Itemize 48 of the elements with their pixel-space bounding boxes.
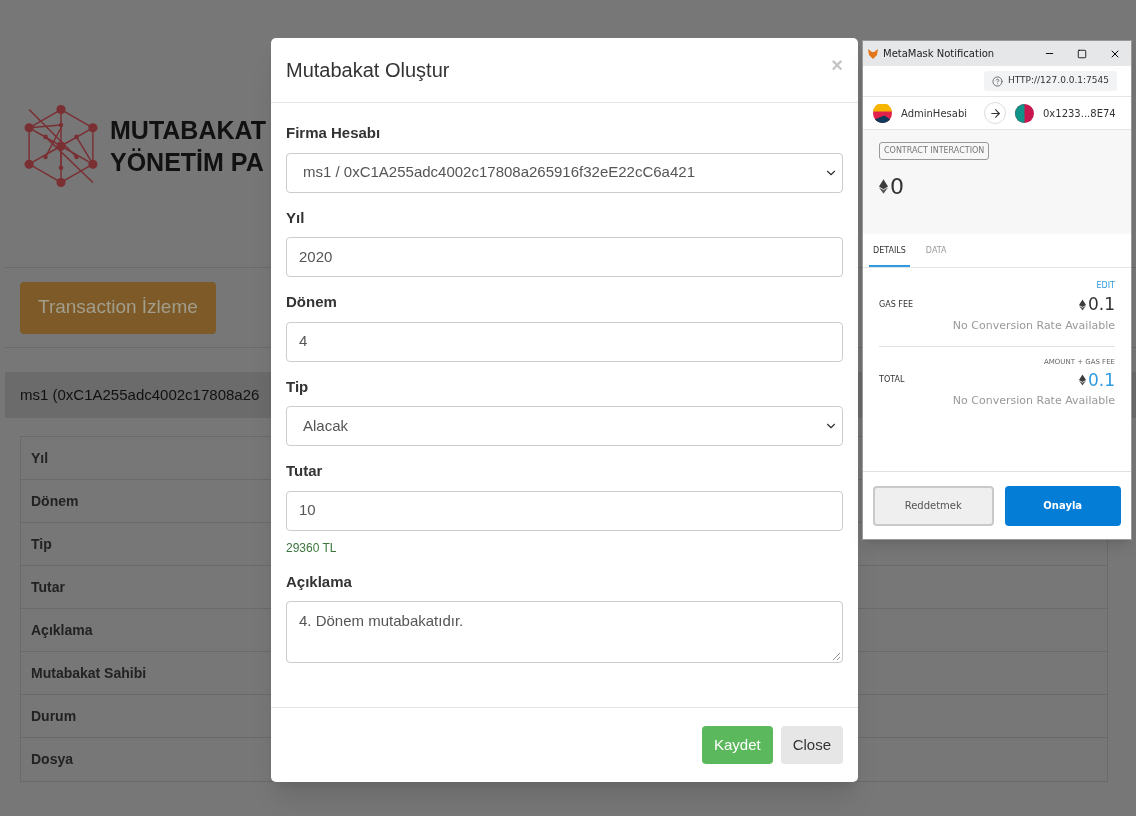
field-label: Dönem [286,292,338,312]
table-row-label: Dosya [31,750,74,769]
table-row-label: Tip [31,534,52,554]
gas-fee-label: GAS FEE [879,298,913,311]
field-label: Firma Hesabı [286,123,382,143]
field-label: Açıklama [286,571,353,592]
confirm-button[interactable]: Onayla [1004,485,1121,526]
textarea-field[interactable]: 4. Dönem mutabakatıdır. [286,601,843,663]
amount-value: 0 [890,173,904,201]
field-label: Tip [286,376,310,397]
window-title: MetaMask Notification [883,47,996,61]
maximize-icon[interactable] [1077,48,1087,59]
contract-avatar [1015,103,1034,123]
table-row-label: Durum [31,706,77,726]
table-row-label: Tutar [31,577,65,597]
field-label: Yıl [286,207,306,228]
field-label: Tutar [286,461,324,481]
conversion-text: No Conversion Rate Available [952,393,1115,409]
input-field[interactable]: 4 [286,321,843,362]
ethereum-icon [1078,374,1086,387]
help-text: 29360 TL [286,539,338,557]
gas-fee-value: 0.1 [1087,293,1115,316]
app-title: MUTABAKAT [110,115,266,146]
to-address: 0x1233...8E74 [1043,106,1116,121]
close-dialog-button[interactable]: Close [780,726,843,764]
account-avatar [873,103,892,123]
table-row-label: Dönem [31,491,79,511]
table-row-label: Yıl [31,448,49,468]
tab[interactable]: DETAILS [869,245,910,267]
table-row-label: Mutabakat Sahibi [31,663,147,683]
input-field[interactable]: 2020 [286,237,843,277]
modal-title: Mutabakat Oluştur [286,58,450,83]
contract-interaction-badge: CONTRACT INTERACTION [879,142,990,160]
from-account: AdminHesabi [901,106,968,121]
input-field[interactable]: 10 [286,490,843,531]
help-icon [992,75,1003,87]
resize-handle-icon [832,652,840,660]
app-title: YÖNETİM PA [110,147,265,178]
select-field[interactable]: Alacak [286,406,843,446]
total-label: TOTAL [879,374,905,387]
select-field[interactable]: ms1 / 0xC1A255adc4002c17808a265916f32eE22cC6a421 [286,152,843,193]
fox-icon [867,47,879,60]
origin-pill: HTTP://127.0.0.1:7545 [984,71,1117,91]
reject-button[interactable]: Reddetmek [873,485,994,526]
table-row-label: Açıklama [31,620,93,640]
conversion-text: No Conversion Rate Available [952,317,1115,334]
ethereum-icon [1078,298,1086,311]
ethereum-icon [879,179,888,194]
